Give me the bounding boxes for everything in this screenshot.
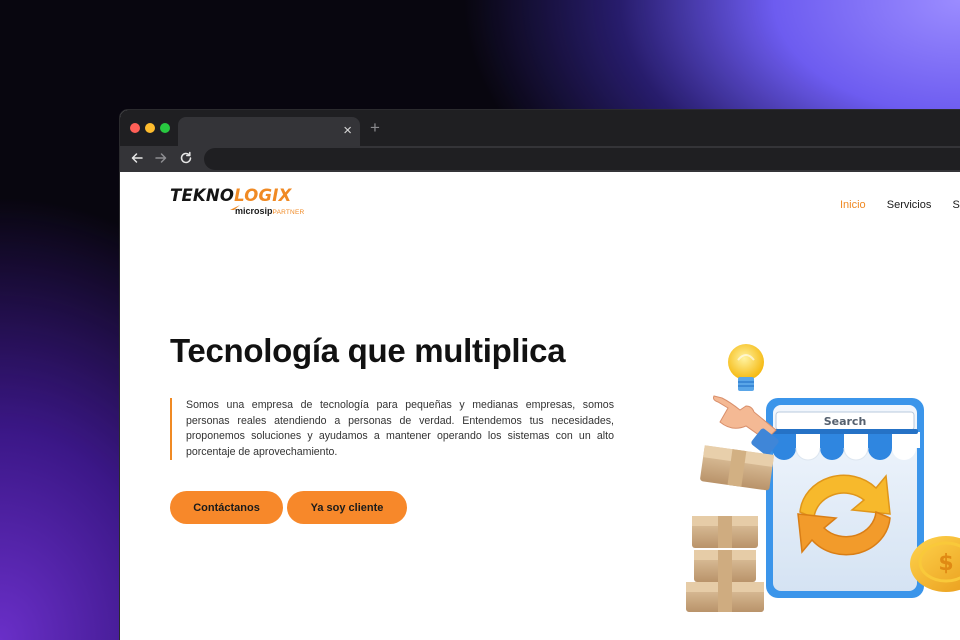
nav-item-servicios[interactable]: Servicios [887,199,932,211]
web-page: TEKNOLOGIX microsipPARTNER Inicio Servic… [120,172,960,640]
search-bar-label: Search [824,415,867,428]
cardboard-boxes-icon [686,445,775,612]
reload-icon[interactable] [178,150,194,166]
shop-phone-icon: Search [766,398,924,598]
browser-tab[interactable]: × [178,117,360,146]
nav-item-truncated[interactable]: S [952,199,959,211]
arrow-right-icon[interactable] [153,150,169,166]
maximize-window-button[interactable] [160,123,170,133]
logo-wordmark: TEKNOLOGIX [170,186,292,205]
close-window-button[interactable] [130,123,140,133]
existing-client-button[interactable]: Ya soy cliente [287,491,407,524]
hero-description: Somos una empresa de tecnología para peq… [170,398,614,460]
address-bar[interactable] [204,148,960,170]
logo-subbrand: microsipPARTNER [235,206,305,216]
browser-toolbar [120,146,960,172]
ecommerce-illustration: Search $ [686,344,960,612]
tab-bar: × + [120,110,960,146]
hero-title: Tecnología que multiplica [170,332,566,369]
new-tab-icon[interactable]: + [370,118,380,138]
hand-lightbulb-icon [713,344,779,456]
nav-item-inicio[interactable]: Inicio [840,199,866,211]
contact-button[interactable]: Contáctanos [170,491,283,524]
tab-close-icon[interactable]: × [343,121,352,141]
minimize-window-button[interactable] [145,123,155,133]
arrow-left-icon[interactable] [129,150,145,166]
coin-symbol: $ [938,551,953,576]
main-nav: Inicio Servicios S [840,198,960,212]
browser-window: × + TEKNOLOGIX microsipPARTNER Inicio Se… [120,110,960,640]
logo[interactable]: TEKNOLOGIX microsipPARTNER [170,187,310,221]
